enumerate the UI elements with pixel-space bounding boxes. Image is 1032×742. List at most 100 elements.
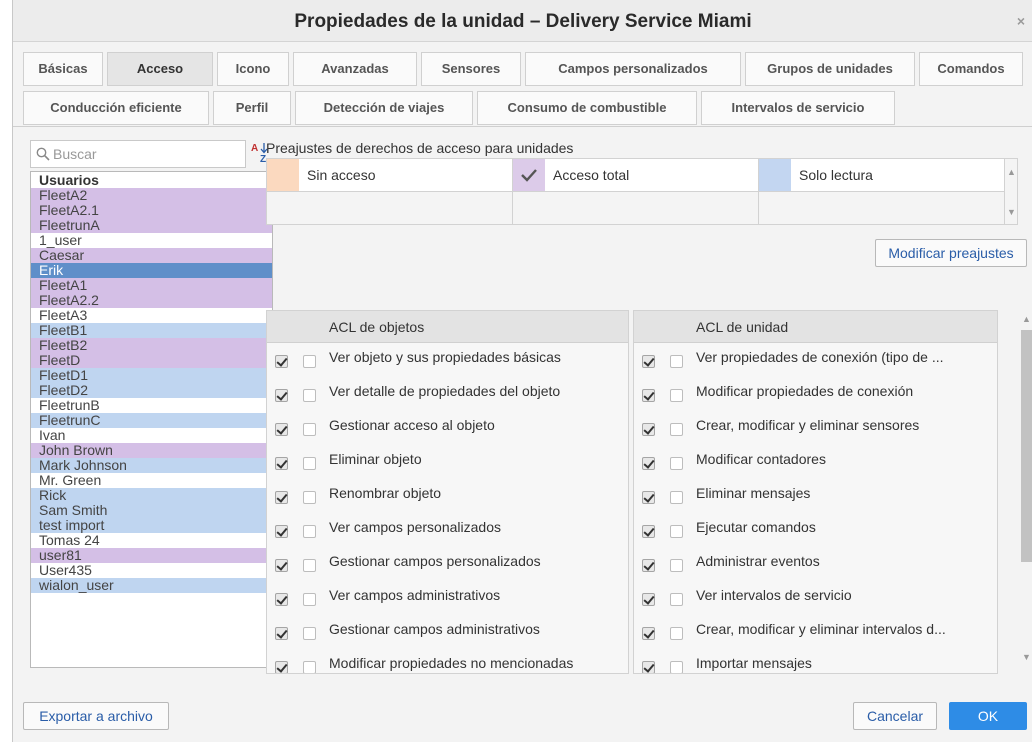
user-search-input[interactable] [53, 144, 241, 164]
acl-objects-header: ACL de objetos [267, 311, 628, 343]
scroll-up-icon[interactable]: ▲ [1022, 314, 1031, 324]
user-item[interactable]: FleetA2 [31, 188, 272, 203]
acl-checkbox-checked[interactable] [642, 491, 655, 504]
acl-checkbox-checked[interactable] [275, 423, 288, 436]
acl-checkbox-checked[interactable] [275, 525, 288, 538]
user-item[interactable]: FleetD2 [31, 383, 272, 398]
user-item-selected[interactable]: Erik [31, 263, 272, 278]
acl-checkbox[interactable] [670, 525, 683, 538]
acl-checkbox[interactable] [670, 457, 683, 470]
acl-checkbox-checked[interactable] [642, 593, 655, 606]
user-item[interactable]: Tomas 24 [31, 533, 272, 548]
acl-checkbox-checked[interactable] [275, 355, 288, 368]
acl-scrollbar[interactable]: ▲ ▼ [1018, 310, 1032, 674]
acl-checkbox-checked[interactable] [642, 389, 655, 402]
tab-deteccion-de-viajes[interactable]: Detección de viajes [295, 91, 473, 125]
acl-checkbox[interactable] [303, 355, 316, 368]
user-item[interactable]: Sam Smith [31, 503, 272, 518]
user-item[interactable]: FleetD1 [31, 368, 272, 383]
user-item[interactable]: FleetB1 [31, 323, 272, 338]
ok-button[interactable]: OK [949, 702, 1027, 730]
acl-checkbox-checked[interactable] [275, 661, 288, 673]
acl-checkbox[interactable] [303, 627, 316, 640]
acl-checkbox-checked[interactable] [642, 355, 655, 368]
user-search-box [30, 140, 246, 168]
user-item[interactable]: FleetrunA [31, 218, 272, 233]
acl-checkbox[interactable] [303, 457, 316, 470]
user-item[interactable]: FleetA1 [31, 278, 272, 293]
acl-checkbox[interactable] [303, 525, 316, 538]
acl-checkbox[interactable] [670, 423, 683, 436]
preset-solo-lectura[interactable]: Solo lectura [759, 159, 1005, 192]
acl-checkbox-checked[interactable] [642, 559, 655, 572]
user-item[interactable]: Caesar [31, 248, 272, 263]
user-item[interactable]: FleetD [31, 353, 272, 368]
acl-checkbox[interactable] [670, 491, 683, 504]
tab-icono[interactable]: Icono [217, 52, 289, 86]
acl-checkbox-checked[interactable] [275, 457, 288, 470]
tab-campos-personalizados[interactable]: Campos personalizados [525, 52, 741, 86]
preset-acceso-total[interactable]: Acceso total [513, 159, 759, 192]
cancel-button[interactable]: Cancelar [853, 702, 937, 730]
user-item[interactable]: FleetrunC [31, 413, 272, 428]
scrollbar-thumb[interactable] [1021, 330, 1032, 562]
preset-label: Sin acceso [307, 167, 376, 183]
acl-row: Gestionar campos administrativos [267, 615, 628, 649]
acl-checkbox-checked[interactable] [275, 559, 288, 572]
close-icon[interactable]: × [1017, 14, 1025, 28]
user-item[interactable]: FleetB2 [31, 338, 272, 353]
tab-basicas[interactable]: Básicas [23, 52, 103, 86]
acl-checkbox-checked[interactable] [642, 457, 655, 470]
acl-checkbox[interactable] [303, 389, 316, 402]
tab-sensores[interactable]: Sensores [421, 52, 521, 86]
tab-acceso[interactable]: Acceso [107, 52, 213, 86]
acl-checkbox[interactable] [303, 423, 316, 436]
user-item[interactable]: FleetA3 [31, 308, 272, 323]
tab-grupos-de-unidades[interactable]: Grupos de unidades [745, 52, 915, 86]
acl-checkbox[interactable] [303, 661, 316, 673]
tab-avanzadas[interactable]: Avanzadas [293, 52, 417, 86]
preset-sin-acceso[interactable]: Sin acceso [267, 159, 513, 192]
scroll-up-icon[interactable]: ▲ [1007, 167, 1016, 177]
acl-checkbox[interactable] [670, 559, 683, 572]
tab-intervalos-de-servicio[interactable]: Intervalos de servicio [701, 91, 895, 125]
user-item[interactable]: User435 [31, 563, 272, 578]
user-item[interactable]: test import [31, 518, 272, 533]
acl-checkbox[interactable] [303, 491, 316, 504]
user-item[interactable]: Mr. Green [31, 473, 272, 488]
scroll-down-icon[interactable]: ▼ [1022, 652, 1031, 662]
acl-checkbox-checked[interactable] [275, 627, 288, 640]
acl-checkbox-checked[interactable] [275, 593, 288, 606]
acl-checkbox-checked[interactable] [275, 491, 288, 504]
acl-checkbox[interactable] [670, 661, 683, 673]
acl-checkbox-checked[interactable] [275, 389, 288, 402]
acl-checkbox-checked[interactable] [642, 423, 655, 436]
scroll-down-icon[interactable]: ▼ [1007, 207, 1016, 217]
user-item[interactable]: FleetA2.2 [31, 293, 272, 308]
acl-checkbox-checked[interactable] [642, 627, 655, 640]
modify-presets-button[interactable]: Modificar preajustes [875, 239, 1027, 267]
acl-checkbox[interactable] [670, 593, 683, 606]
user-item[interactable]: Mark Johnson [31, 458, 272, 473]
acl-checkbox[interactable] [670, 389, 683, 402]
user-item[interactable]: Ivan [31, 428, 272, 443]
user-item[interactable]: wialon_user [31, 578, 272, 593]
export-to-file-button[interactable]: Exportar a archivo [23, 702, 169, 730]
user-item[interactable]: John Brown [31, 443, 272, 458]
acl-checkbox[interactable] [670, 355, 683, 368]
tab-conduccion-eficiente[interactable]: Conducción eficiente [23, 91, 209, 125]
user-item[interactable]: 1_user [31, 233, 272, 248]
acl-checkbox[interactable] [303, 593, 316, 606]
user-item[interactable]: FleetrunB [31, 398, 272, 413]
user-item[interactable]: Rick [31, 488, 272, 503]
acl-checkbox-checked[interactable] [642, 661, 655, 673]
tab-perfil[interactable]: Perfil [213, 91, 291, 125]
acl-label: Ver campos administrativos [329, 587, 501, 603]
user-item[interactable]: user81 [31, 548, 272, 563]
user-item[interactable]: FleetA2.1 [31, 203, 272, 218]
acl-checkbox[interactable] [670, 627, 683, 640]
tab-consumo-de-combustible[interactable]: Consumo de combustible [477, 91, 697, 125]
acl-checkbox[interactable] [303, 559, 316, 572]
acl-checkbox-checked[interactable] [642, 525, 655, 538]
tab-comandos[interactable]: Comandos [919, 52, 1023, 86]
